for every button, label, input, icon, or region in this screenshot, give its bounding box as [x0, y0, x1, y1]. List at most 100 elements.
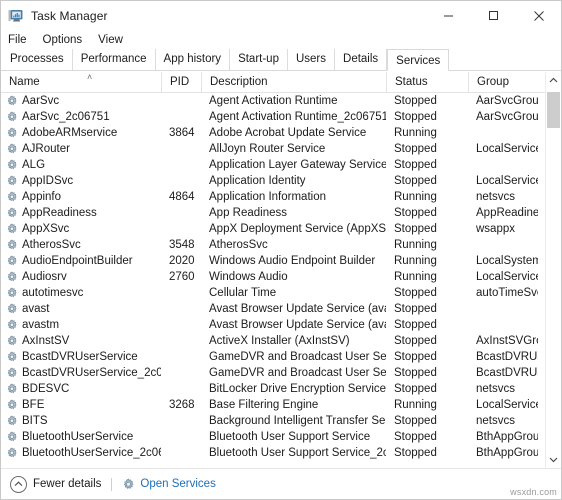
table-row[interactable]: AudioEndpointBuilder 2020 Windows Audio En…	[1, 253, 545, 269]
table-row[interactable]: AppReadiness App Readiness Stopped AppReadi…	[1, 205, 545, 221]
gear-icon	[6, 95, 18, 107]
cell-status: Running	[394, 127, 437, 139]
column-header-group[interactable]: Group	[468, 72, 538, 93]
column-header-status[interactable]: Status	[386, 72, 468, 93]
menu-item-view[interactable]: View	[98, 34, 132, 46]
cell-status: Stopped	[394, 143, 437, 155]
minimize-button[interactable]	[426, 1, 471, 30]
table-row[interactable]: BluetoothUserService Bluetooth User Suppo…	[1, 429, 545, 445]
service-name-label: ALG	[22, 159, 46, 171]
task-manager-icon	[8, 8, 24, 24]
table-row[interactable]: BFE 3268 Base Filtering Engine Running Local…	[1, 397, 545, 413]
scrollbar-track[interactable]	[546, 89, 561, 451]
cell-group: AppReadiness	[476, 207, 538, 219]
gear-icon	[6, 351, 18, 363]
service-name-label: BFE	[22, 399, 45, 411]
table-row[interactable]: ALG Application Layer Gateway Service Stop…	[1, 157, 545, 173]
vertical-scrollbar[interactable]	[545, 72, 561, 468]
services-panel: Name ˄ PID Description Status Group AarS…	[1, 71, 561, 468]
tab-processes[interactable]: Processes	[2, 49, 73, 70]
table-row[interactable]: Appinfo 4864 Application Information Runnin…	[1, 189, 545, 205]
fewer-details-button[interactable]: Fewer details	[10, 475, 101, 493]
service-name-label: Audiosrv	[22, 271, 67, 283]
gear-icon	[6, 239, 18, 251]
table-row[interactable]: AppXSvc AppX Deployment Service (AppXSVC)…	[1, 221, 545, 237]
table-row[interactable]: AxInstSV ActiveX Installer (AxInstSV) Stop…	[1, 333, 545, 349]
cell-service-name: Appinfo	[1, 189, 161, 205]
cell-pid	[161, 205, 201, 221]
service-name-label: BluetoothUserService	[22, 431, 134, 443]
tab-app-history[interactable]: App history	[155, 49, 231, 70]
table-row[interactable]: Audiosrv 2760 Windows Audio Running LocalSer…	[1, 269, 545, 285]
service-name-label: AtherosSvc	[22, 239, 81, 251]
cell-service-name: BFE	[1, 397, 161, 413]
service-name-label: AudioEndpointBuilder	[22, 255, 133, 267]
watermark: wsxdn.com	[510, 487, 557, 497]
cell-pid	[161, 317, 201, 333]
close-button[interactable]	[516, 1, 561, 30]
cell-pid	[161, 173, 201, 189]
scrollbar-thumb[interactable]	[547, 92, 560, 128]
tab-strip: Processes Performance App history Start-…	[1, 49, 561, 71]
cell-group: AxInstSVGroup	[476, 335, 538, 347]
menu-item-file[interactable]: File	[8, 34, 36, 46]
table-row[interactable]: BcastDVRUserService_2c067... GameDVR and …	[1, 365, 545, 381]
gear-icon	[6, 431, 18, 443]
cell-pid	[161, 141, 201, 157]
table-body: AarSvc Agent Activation Runtime Stopped Aar…	[1, 93, 545, 461]
cell-pid: 3268	[169, 399, 195, 411]
service-name-label: avast	[22, 303, 50, 315]
table-row[interactable]: BluetoothUserService_2c06 Bluetooth User …	[1, 445, 545, 461]
column-header-pid[interactable]: PID	[161, 72, 201, 93]
gear-icon	[6, 271, 18, 283]
cell-description: GameDVR and Broadcast User Service	[209, 351, 386, 363]
column-header-description[interactable]: Description	[201, 72, 386, 93]
column-header-name[interactable]: Name ˄	[1, 72, 161, 93]
menu-item-options[interactable]: Options	[43, 34, 92, 46]
service-name-label: AarSvc_2c06751	[22, 111, 110, 123]
cell-description: Avast Browser Update Service (avast...	[209, 319, 386, 331]
cell-status: Stopped	[394, 367, 437, 379]
cell-group: netsvcs	[476, 415, 515, 427]
services-list-wrapper: Name ˄ PID Description Status Group AarS…	[1, 72, 561, 468]
gear-icon	[6, 447, 18, 459]
table-row[interactable]: avast Avast Browser Update Service (avast…	[1, 301, 545, 317]
cell-status: Stopped	[394, 95, 437, 107]
service-name-label: AppIDSvc	[22, 175, 74, 187]
gear-icon	[6, 159, 18, 171]
tab-start-up[interactable]: Start-up	[230, 49, 288, 70]
table-row[interactable]: autotimesvc Cellular Time Stopped autoTimeS…	[1, 285, 545, 301]
tab-services[interactable]: Services	[387, 49, 450, 71]
scroll-down-icon[interactable]	[546, 451, 561, 468]
table-row[interactable]: BITS Background Intelligent Transfer Serv…	[1, 413, 545, 429]
window-title: Task Manager	[31, 8, 108, 23]
cell-group: BthAppGroup	[476, 447, 538, 459]
tab-details[interactable]: Details	[335, 49, 388, 70]
table-row[interactable]: AdobeARMservice 3864 Adobe Acrobat Update …	[1, 125, 545, 141]
service-name-label: BDESVC	[22, 383, 70, 395]
table-row[interactable]: BcastDVRUserService GameDVR and Broadcast…	[1, 349, 545, 365]
table-row[interactable]: AJRouter AllJoyn Router Service Stopped Loc…	[1, 141, 545, 157]
maximize-button[interactable]	[471, 1, 516, 30]
tab-users[interactable]: Users	[287, 49, 336, 70]
table-row[interactable]: BDESVC BitLocker Drive Encryption Service…	[1, 381, 545, 397]
gear-icon	[6, 111, 18, 123]
gear-icon	[6, 367, 18, 379]
open-services-link[interactable]: Open Services	[122, 478, 216, 491]
table-row[interactable]: AarSvc Agent Activation Runtime Stopped Aar…	[1, 93, 545, 109]
cell-group: LocalServiceN...	[476, 175, 538, 187]
cell-pid	[161, 429, 201, 445]
table-row[interactable]: AtherosSvc 3548 AtherosSvc Running	[1, 237, 545, 253]
table-row[interactable]: AarSvc_2c06751 Agent Activation Runtime_2…	[1, 109, 545, 125]
cell-group: BcastDVRUser...	[476, 367, 538, 379]
tab-performance[interactable]: Performance	[72, 49, 156, 70]
cell-description: Application Identity	[209, 175, 306, 187]
scroll-up-icon[interactable]	[546, 72, 561, 89]
cell-status: Running	[394, 255, 437, 267]
cell-description: Application Layer Gateway Service	[209, 159, 386, 171]
cell-service-name: AppIDSvc	[1, 173, 161, 189]
table-row[interactable]: AppIDSvc Application Identity Stopped Local…	[1, 173, 545, 189]
cell-pid	[161, 381, 201, 397]
cell-description: App Readiness	[209, 207, 287, 219]
table-row[interactable]: avastm Avast Browser Update Service (avas…	[1, 317, 545, 333]
